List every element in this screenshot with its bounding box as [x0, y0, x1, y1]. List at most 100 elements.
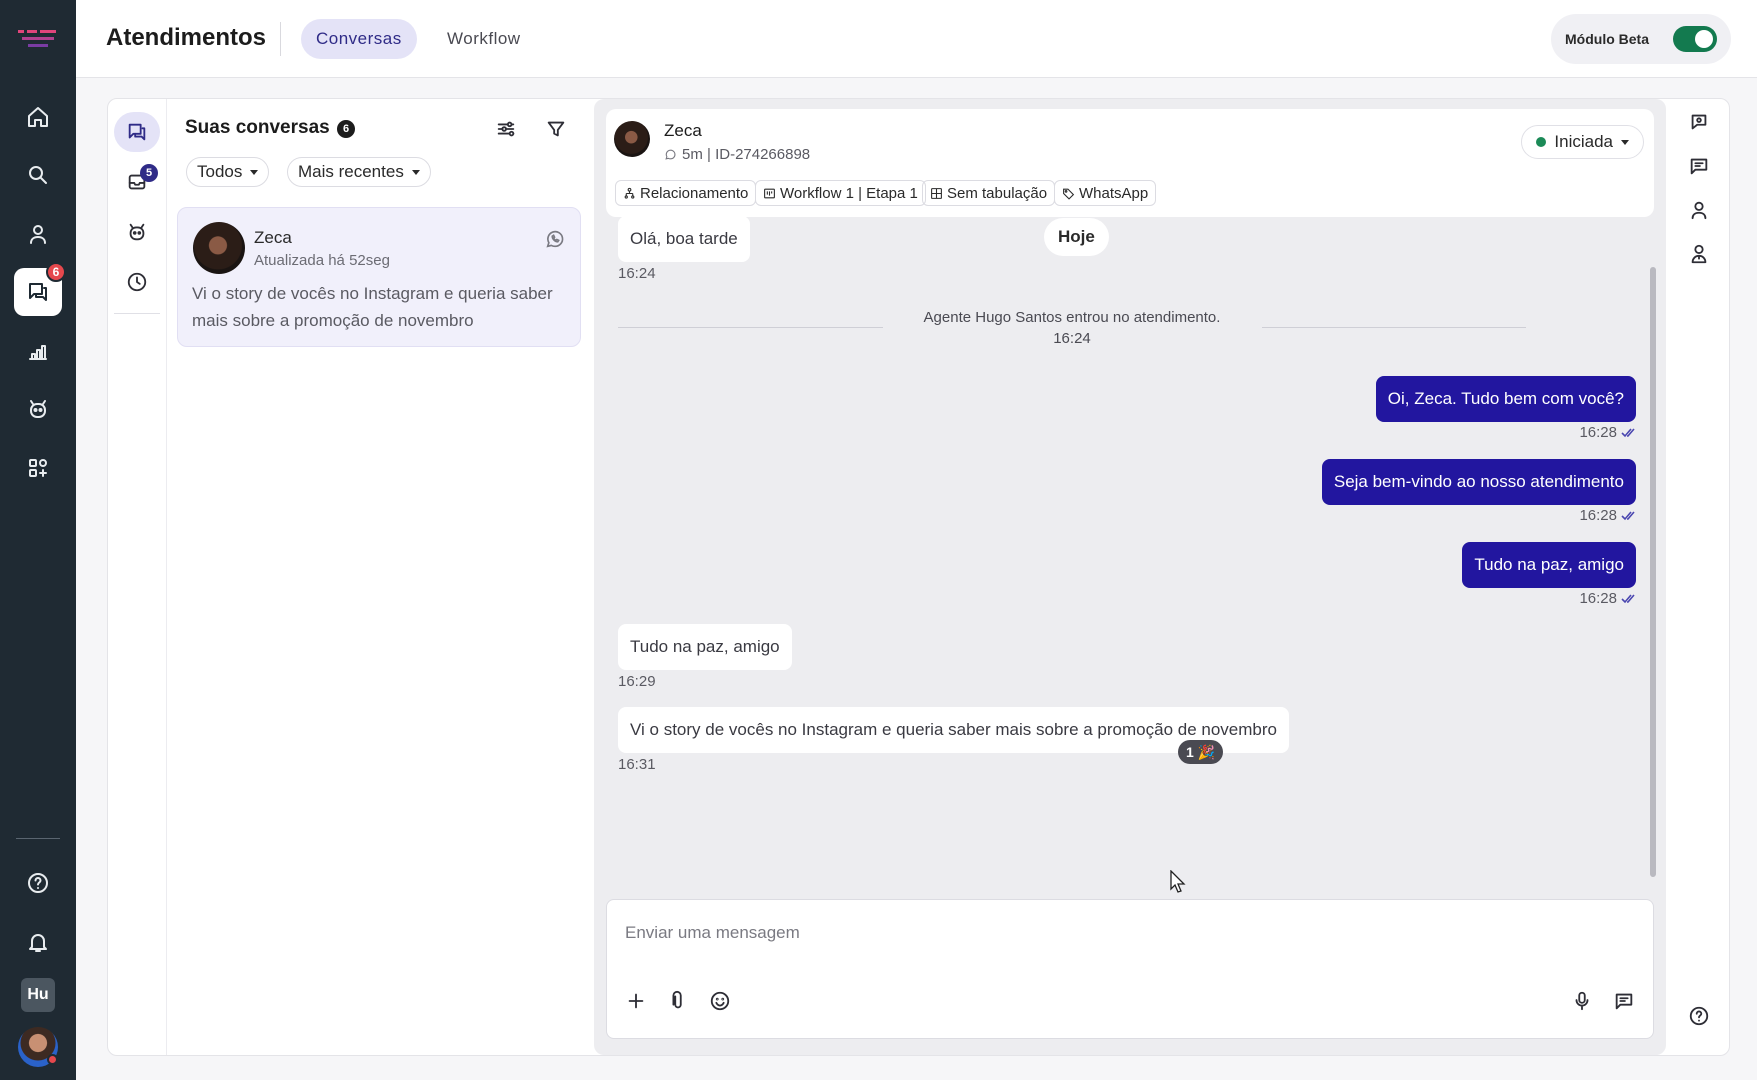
conversations-badge: 6 [46, 262, 66, 282]
chat-header: Zeca 5m | ID-274266898 Iniciada Relacion… [606, 109, 1654, 217]
tab-conversas[interactable]: Conversas [301, 19, 417, 59]
bot-icon [30, 400, 46, 418]
main-nav-rail: 6 Hu [0, 0, 76, 1080]
message-time-text: 16:28 [1579, 507, 1617, 524]
add-button[interactable] [619, 984, 653, 1018]
conversation-list: Suas conversas 6 Todos Mais recentes Zec… [167, 99, 587, 1055]
message-bubble-incoming: Olá, boa tarde [618, 216, 750, 262]
list-settings-button[interactable] [490, 113, 522, 145]
system-event-time: 16:24 [1053, 330, 1091, 347]
history-button[interactable] [114, 262, 160, 302]
chevron-down-icon [1621, 139, 1629, 145]
conversation-contact-name: Zeca [254, 228, 292, 247]
bot-icon [129, 223, 145, 241]
microphone-icon [1575, 991, 1589, 1011]
search-icon [29, 166, 47, 184]
quick-reply-button[interactable] [1607, 984, 1641, 1018]
filter-icon [547, 121, 565, 137]
system-event: Agente Hugo Santos entrou no atendimento… [912, 307, 1232, 349]
voice-button[interactable] [1565, 984, 1599, 1018]
sort-recent[interactable]: Mais recentes [287, 157, 431, 187]
whatsapp-icon [544, 228, 566, 250]
message-reaction[interactable]: 1 🎉 [1178, 740, 1224, 764]
emoji-button[interactable] [703, 984, 737, 1018]
nav-contacts[interactable] [14, 210, 62, 258]
summary-button[interactable] [1682, 149, 1716, 183]
status-label: Iniciada [1554, 132, 1613, 151]
message-time: 16:28 [1579, 590, 1636, 607]
tab-workflow[interactable]: Workflow [432, 19, 536, 59]
main-panel: 5 Suas conversas 6 Todos Mais recentes Z… [107, 98, 1730, 1056]
contact-avatar[interactable] [614, 121, 650, 157]
agent-button[interactable] [1682, 237, 1716, 271]
comment-icon [1691, 114, 1707, 130]
inbox-button[interactable]: 5 [114, 162, 160, 202]
tag-tabulacao[interactable]: Sem tabulação [922, 180, 1056, 206]
inbox-badge: 5 [140, 164, 158, 182]
message-composer [606, 899, 1654, 1039]
message-list-icon [1690, 158, 1708, 175]
filter-todos[interactable]: Todos [186, 157, 270, 187]
message-bubble-outgoing: Seja bem-vindo ao nosso atendimento [1321, 459, 1636, 505]
whatsapp-icon [665, 149, 676, 160]
mouse-cursor-icon [1170, 870, 1186, 893]
user-icon [1691, 201, 1707, 220]
message-time: 16:29 [618, 673, 656, 690]
tag-workflow[interactable]: Workflow 1 | Etapa 1 [755, 180, 926, 206]
title-divider [280, 22, 281, 56]
message-time-text: 16:28 [1579, 590, 1617, 607]
tag-icon [1063, 188, 1075, 200]
nav-search[interactable] [14, 151, 62, 199]
system-divider-left [618, 327, 883, 328]
attach-button[interactable] [661, 984, 695, 1018]
day-separator: Hoje [1044, 218, 1109, 256]
status-dropdown[interactable]: Iniciada [1521, 125, 1644, 159]
tag-relacionamento[interactable]: Relacionamento [615, 180, 757, 206]
contact-profile-button[interactable] [1682, 193, 1716, 227]
nav-notifications[interactable] [14, 918, 62, 966]
message-input[interactable] [625, 918, 1525, 948]
my-conversations-button[interactable] [114, 112, 160, 152]
beta-module-switch[interactable]: Módulo Beta [1551, 14, 1731, 64]
nav-apps[interactable] [14, 444, 62, 492]
nav-bots[interactable] [14, 385, 62, 433]
nav-help[interactable] [14, 859, 62, 907]
board-icon [764, 188, 775, 198]
chevron-down-icon [250, 169, 259, 175]
user-avatar[interactable] [18, 1027, 58, 1067]
bot-conversations-button[interactable] [114, 212, 160, 252]
message-time: 16:28 [1579, 424, 1636, 441]
nav-reports[interactable] [14, 327, 62, 375]
home-icon [28, 107, 48, 127]
notes-button[interactable] [1682, 105, 1716, 139]
double-check-icon [1621, 427, 1635, 437]
help-button[interactable] [1682, 999, 1716, 1033]
chat-contact-name[interactable]: Zeca [664, 121, 702, 141]
tag-whatsapp[interactable]: WhatsApp [1054, 180, 1157, 206]
presence-dot [47, 1054, 58, 1065]
nav-conversations[interactable]: 6 [14, 262, 66, 316]
chat-contact-meta: 5m | ID-274266898 [664, 146, 810, 163]
chat-scrollbar[interactable] [1650, 267, 1656, 877]
help-icon [1689, 1006, 1709, 1026]
logo-icon [18, 30, 56, 47]
beta-toggle[interactable] [1673, 26, 1717, 52]
sliders-icon [497, 121, 515, 137]
org-icon [624, 187, 635, 199]
chat-panel: Zeca 5m | ID-274266898 Iniciada Relacion… [594, 99, 1666, 1055]
conversation-item[interactable]: Zeca Atualizada há 52seg Vi o story de v… [177, 207, 581, 347]
top-header: Atendimentos Conversas Workflow Módulo B… [76, 0, 1757, 78]
nav-home[interactable] [14, 93, 62, 141]
system-event-text: Agente Hugo Santos entrou no atendimento… [923, 309, 1221, 326]
sort-recent-label: Mais recentes [298, 162, 404, 181]
chevron-down-icon [411, 169, 420, 175]
tag-label: WhatsApp [1079, 184, 1149, 202]
agent-icon [1691, 244, 1707, 264]
message-time: 16:28 [1579, 507, 1636, 524]
workspace-avatar[interactable]: Hu [21, 978, 55, 1012]
paperclip-icon [672, 990, 682, 1009]
nav-divider [16, 838, 60, 839]
tag-label: Sem tabulação [947, 184, 1048, 202]
system-divider-right [1262, 327, 1526, 328]
list-filter-button[interactable] [540, 113, 572, 145]
